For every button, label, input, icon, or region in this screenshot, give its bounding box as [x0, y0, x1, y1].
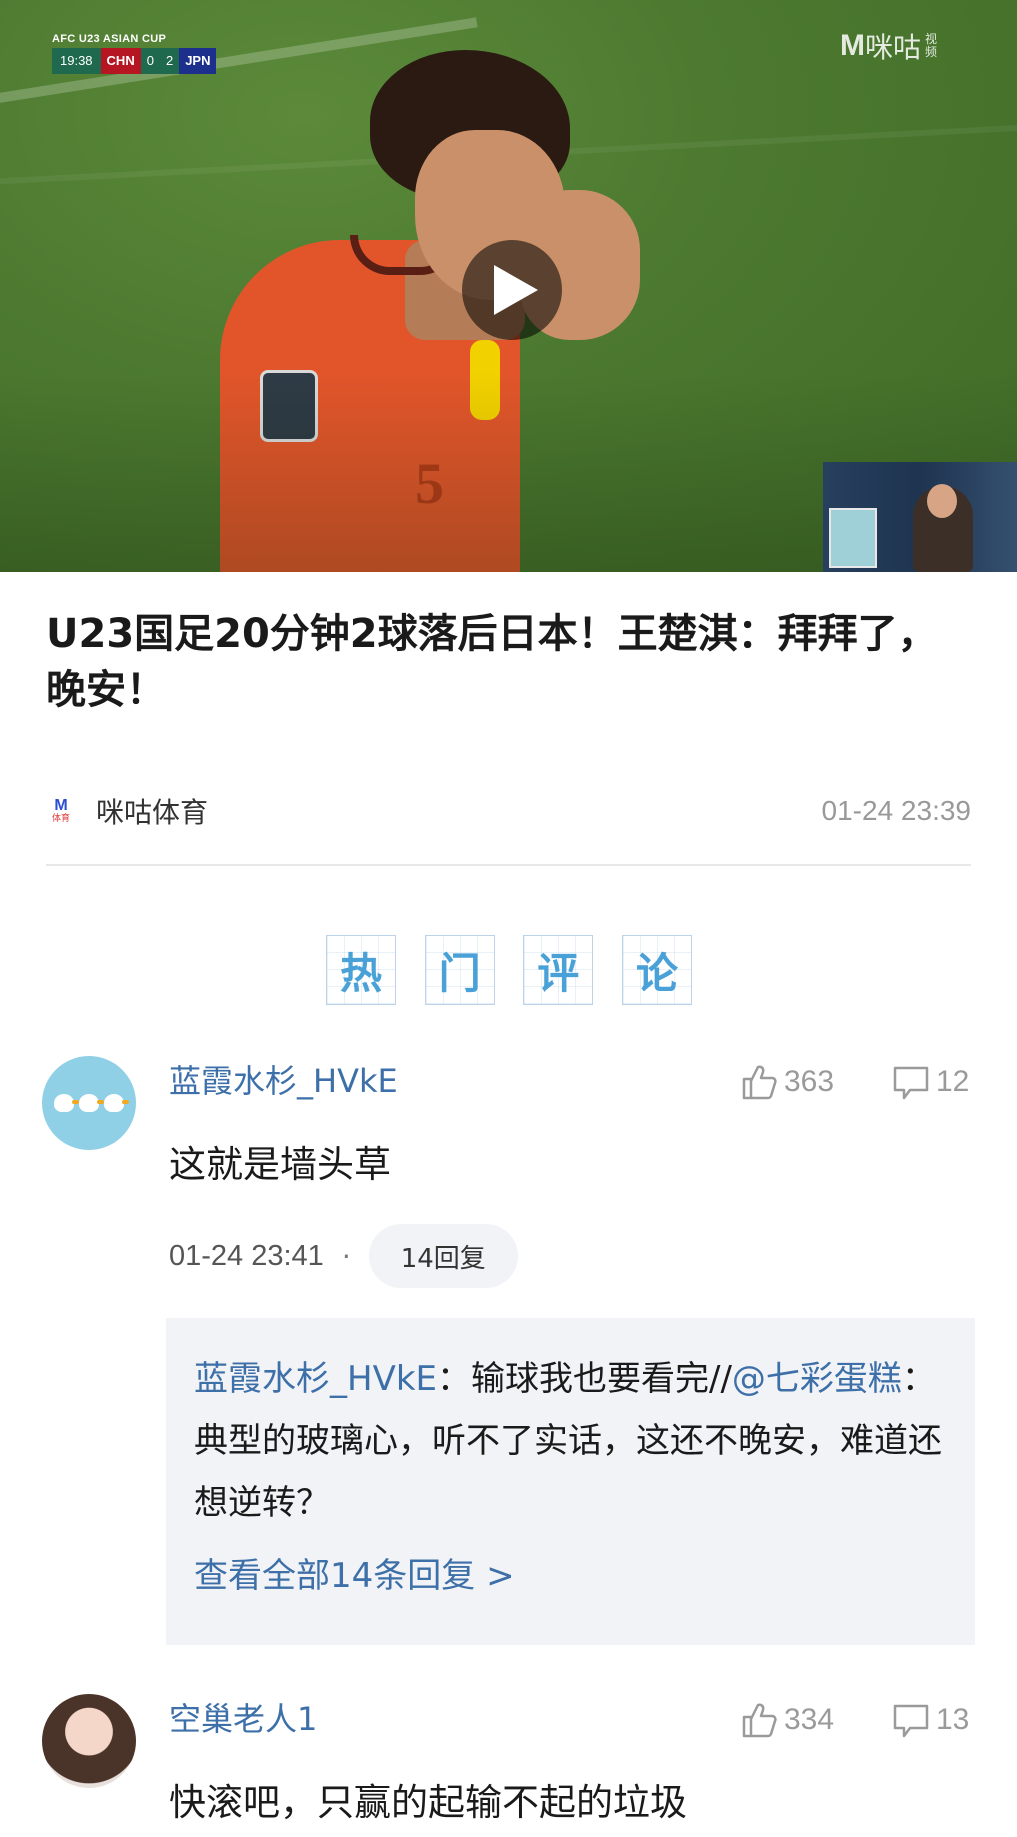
- article-title: U23国足20分钟2球落后日本！王楚淇：拜拜了，晚安！: [46, 611, 938, 713]
- comment-username[interactable]: 蓝霞水杉_HVkE: [169, 1056, 398, 1102]
- reply-button[interactable]: 13: [892, 1700, 969, 1740]
- hot-comments-heading: 热 门 评 论: [326, 935, 692, 1005]
- mention-separator: ：: [901, 1359, 936, 1399]
- meta-separator: ·: [341, 1239, 351, 1273]
- reply-preview-text: 蓝霞水杉_HVkE：输球我也要看完//@七彩蛋糕：典型的玻璃心，听不了实话，这还…: [194, 1348, 947, 1534]
- like-count: 363: [784, 1065, 835, 1098]
- avatar[interactable]: [42, 1694, 136, 1788]
- duck-icon: [54, 1094, 79, 1112]
- scorebug-competition: AFC U23 ASIAN CUP: [52, 33, 167, 45]
- like-button[interactable]: 363: [740, 1062, 834, 1102]
- logo-mark: M: [54, 797, 68, 814]
- reply-body: 输球我也要看完//: [471, 1359, 732, 1399]
- comment-time: 01-24 23:41: [169, 1239, 324, 1272]
- comment-item: 蓝霞水杉_HVkE 363 12 这就是墙头草 01-24 23:41 · 14…: [0, 1050, 1017, 1645]
- logo-sub: 体育: [51, 814, 70, 824]
- watermark-name: 咪咕: [865, 31, 922, 64]
- like-count: 334: [784, 1703, 835, 1736]
- scorebug: AFC U23 ASIAN CUP 19:38 CHN 0 2 JPN: [52, 30, 268, 78]
- picture-in-picture-window[interactable]: [823, 462, 1017, 572]
- home-team: CHN: [100, 48, 141, 74]
- reply-count: 13: [936, 1703, 970, 1736]
- like-button[interactable]: 334: [740, 1700, 834, 1740]
- reply-mention[interactable]: @七彩蛋糕: [732, 1359, 902, 1399]
- reply-author[interactable]: 蓝霞水杉_HVkE: [194, 1359, 437, 1399]
- reply-separator: ：: [437, 1359, 471, 1399]
- comment-bubble-icon: [893, 1704, 929, 1738]
- comment-username[interactable]: 空巢老人1: [169, 1694, 317, 1740]
- avatar[interactable]: [42, 1056, 136, 1150]
- heading-char: 热: [326, 935, 396, 1005]
- reply-count: 12: [936, 1065, 970, 1098]
- home-score: 0: [140, 48, 160, 74]
- comment-text: 快滚吧，只赢的起输不起的垃圾: [169, 1781, 687, 1824]
- view-all-replies-link[interactable]: 查看全部14条回复 >: [194, 1548, 515, 1597]
- heading-char: 门: [424, 935, 495, 1005]
- watermark-sub: 视频: [925, 32, 938, 59]
- match-clock: 19:38: [52, 48, 101, 74]
- thumbs-up-icon: [742, 1065, 777, 1100]
- comment-bubble-icon: [893, 1066, 929, 1100]
- reply-preview-box[interactable]: 蓝霞水杉_HVkE：输球我也要看完//@七彩蛋糕：典型的玻璃心，听不了实话，这还…: [166, 1318, 975, 1645]
- replies-pill-button[interactable]: 14回复: [368, 1224, 518, 1288]
- reply-quoted: 典型的玻璃心，听不了实话，这还不晚安，难道还想逆转？: [194, 1421, 942, 1523]
- comment-meta: 01-24 23:41 · 14回复: [169, 1224, 518, 1288]
- publish-time: 01-24 23:39: [821, 795, 971, 826]
- play-button[interactable]: [462, 240, 562, 340]
- away-score: 2: [159, 48, 180, 74]
- video-player[interactable]: 5 AFC U23 ASIAN CUP 19:38 CHN 0 2 JPN M …: [0, 0, 1017, 572]
- source-name[interactable]: 咪咕体育: [96, 791, 208, 831]
- play-icon: [494, 265, 538, 315]
- duck-icon: [79, 1094, 104, 1112]
- divider: [46, 864, 971, 866]
- heading-char: 评: [523, 935, 594, 1005]
- migu-sports-logo-icon: M 体育: [46, 794, 76, 828]
- pip-commentator-face: [927, 484, 957, 518]
- article-source-row: M 体育 咪咕体育 01-24 23:39: [46, 790, 971, 832]
- duck-icon: [104, 1094, 129, 1112]
- thumbs-up-icon: [742, 1703, 777, 1738]
- reply-button[interactable]: 12: [892, 1062, 969, 1102]
- heading-char: 论: [621, 935, 692, 1005]
- watermark-mark: M: [840, 29, 865, 62]
- comment-text: 这就是墙头草: [169, 1143, 391, 1186]
- pip-poster: [829, 508, 877, 568]
- migu-video-watermark: M 咪咕 视频: [840, 26, 990, 66]
- comment-item: 空巢老人1 334 13 快滚吧，只赢的起输不起的垃圾: [0, 1688, 1017, 1837]
- away-team: JPN: [179, 48, 217, 74]
